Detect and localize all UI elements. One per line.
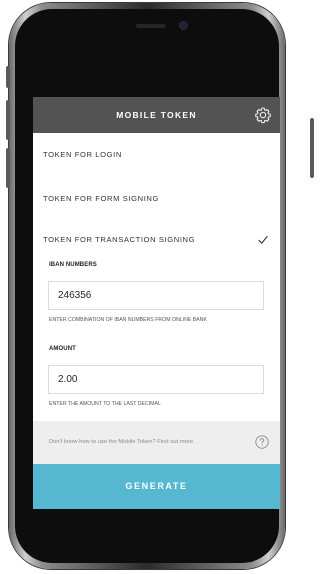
mute-switch — [6, 66, 10, 88]
page-title: MOBILE TOKEN — [116, 110, 197, 120]
amount-label: AMOUNT — [49, 346, 76, 352]
menu-item-token-transaction-signing[interactable]: TOKEN FOR TRANSACTION SIGNING — [33, 218, 280, 262]
help-text: Don't know how to use the Mobile Token? … — [49, 439, 195, 445]
iban-label: IBAN NUMBERS — [49, 262, 97, 268]
help-link[interactable]: Don't know how to use the Mobile Token? … — [33, 421, 280, 464]
menu-item-label: TOKEN FOR LOGIN — [43, 150, 122, 159]
generate-button[interactable]: GENERATE — [33, 464, 280, 509]
menu-item-label: TOKEN FOR TRANSACTION SIGNING — [43, 235, 196, 244]
power-button — [310, 118, 314, 178]
menu-item-label: TOKEN FOR FORM SIGNING — [43, 194, 160, 203]
amount-value: 2.00 — [58, 374, 78, 385]
app-header: MOBILE TOKEN — [33, 97, 280, 133]
amount-input[interactable]: 2.00 — [48, 365, 264, 394]
checkmark-icon — [258, 236, 268, 244]
menu-item-token-form-signing[interactable]: TOKEN FOR FORM SIGNING — [33, 177, 280, 221]
question-circle-icon[interactable] — [255, 435, 269, 449]
volume-up-button — [6, 100, 10, 140]
amount-hint: ENTER THE AMOUNT TO THE LAST DECIMAL — [49, 401, 161, 407]
iban-hint: ENTER COMBINATION OF IBAN NUMBERS FROM O… — [49, 317, 207, 323]
app-screen: MOBILE TOKEN TOKEN FOR LOGIN TOKEN FOR F… — [33, 97, 280, 509]
front-camera — [180, 22, 187, 29]
gear-icon[interactable] — [254, 106, 272, 124]
iban-input[interactable]: 246356 — [48, 281, 264, 310]
volume-down-button — [6, 148, 10, 188]
earpiece-speaker — [136, 24, 166, 28]
iban-value: 246356 — [58, 290, 92, 301]
menu-item-token-login[interactable]: TOKEN FOR LOGIN — [33, 133, 280, 177]
generate-button-label: GENERATE — [125, 481, 188, 491]
